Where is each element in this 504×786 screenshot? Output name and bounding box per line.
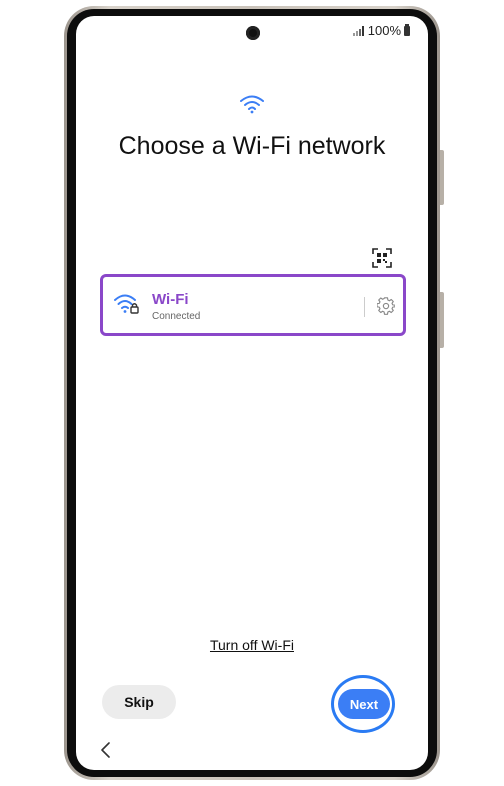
battery-icon xyxy=(404,23,410,36)
network-row[interactable]: Wi-Fi Connected xyxy=(100,274,406,336)
wifi-lock-icon xyxy=(114,294,139,314)
page-title: Choose a Wi-Fi network xyxy=(118,132,386,160)
power-button xyxy=(440,292,444,348)
network-status: Connected xyxy=(152,311,201,322)
volume-button xyxy=(440,150,444,205)
row-divider xyxy=(364,297,365,317)
phone-screen: 100% Choose a Wi-Fi network Wi-Fi Connec… xyxy=(76,16,428,770)
signal-icon xyxy=(352,25,364,36)
next-button[interactable]: Next xyxy=(338,689,390,719)
gear-icon[interactable] xyxy=(377,297,395,315)
turn-off-wifi-link[interactable]: Turn off Wi-Fi xyxy=(76,637,428,653)
network-name: Wi-Fi xyxy=(152,291,189,308)
qr-code-scan-icon[interactable] xyxy=(372,248,392,268)
battery-level: 100% xyxy=(367,23,401,38)
skip-button[interactable]: Skip xyxy=(102,685,176,719)
front-camera xyxy=(246,26,260,40)
chevron-left-icon[interactable] xyxy=(100,742,112,758)
status-bar: 100% xyxy=(352,23,410,38)
stage: 100% Choose a Wi-Fi network Wi-Fi Connec… xyxy=(0,0,504,786)
wifi-icon xyxy=(240,95,264,114)
